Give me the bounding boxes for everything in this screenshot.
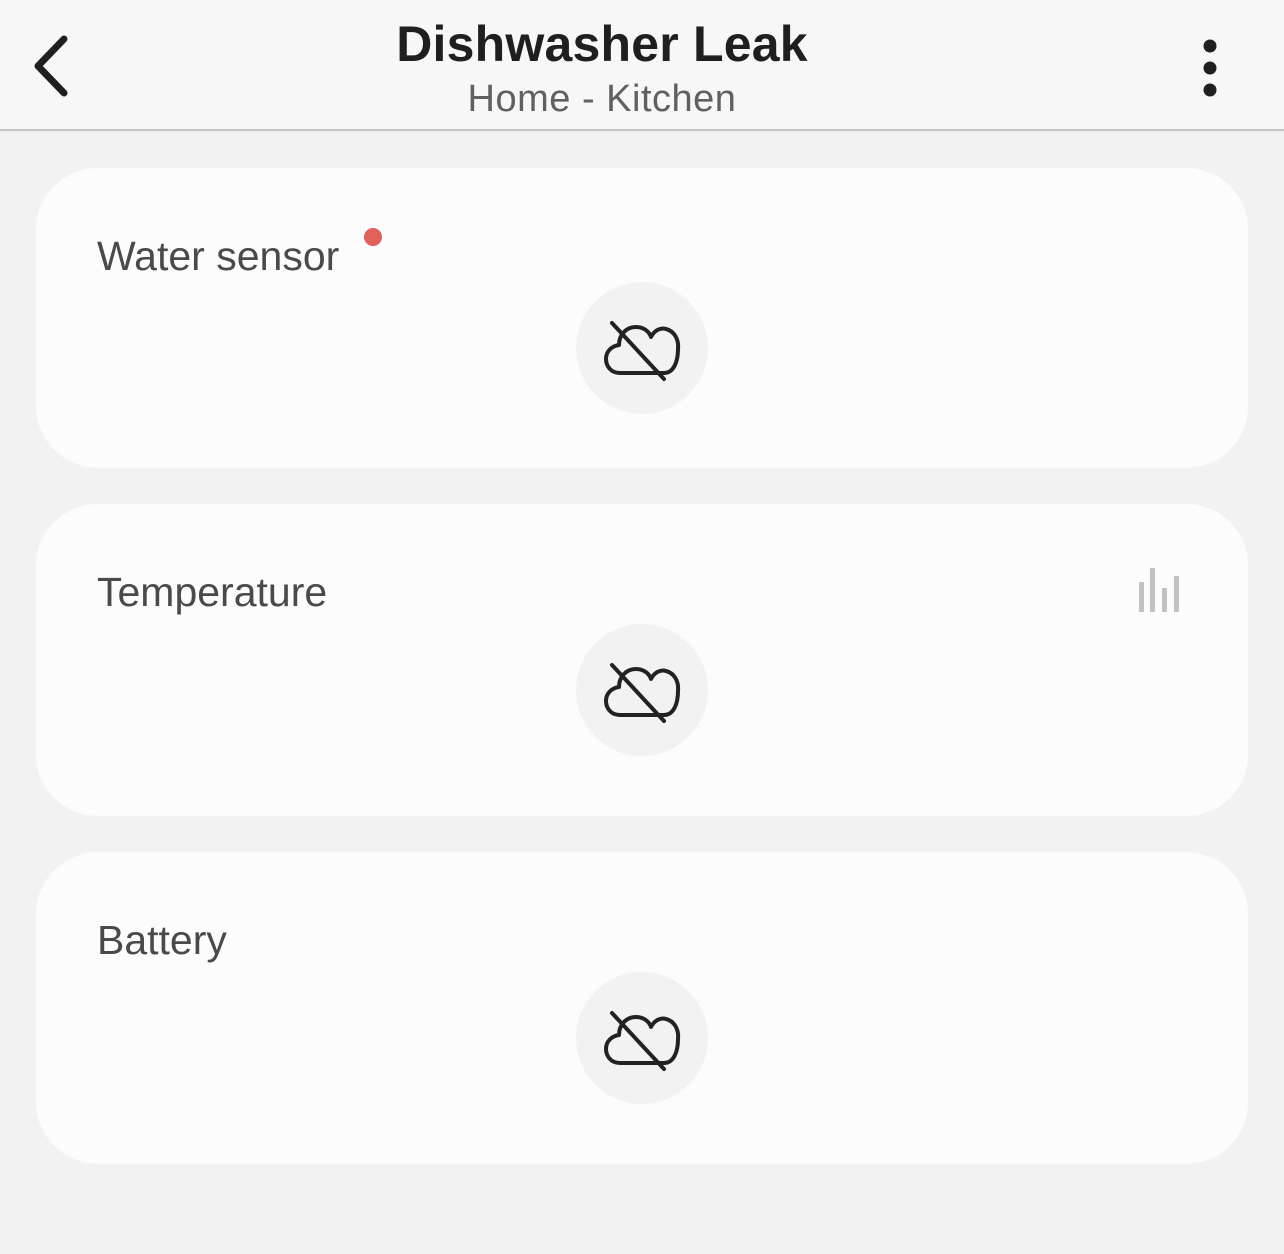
alert-dot: [364, 228, 382, 246]
cloud-offline-icon: [604, 321, 681, 381]
cloud-offline-status: [576, 624, 708, 756]
more-vertical-icon: [1203, 39, 1217, 97]
battery-card[interactable]: Battery: [36, 852, 1248, 1164]
history-button[interactable]: [1134, 564, 1186, 616]
chevron-left-icon: [34, 35, 68, 97]
page-subtitle: Home - Kitchen: [467, 78, 737, 120]
temperature-card[interactable]: Temperature: [36, 504, 1248, 816]
more-options-button[interactable]: [1180, 28, 1240, 108]
back-button[interactable]: [18, 26, 82, 106]
card-title: Battery: [97, 917, 227, 963]
page-title: Dishwasher Leak: [396, 16, 808, 72]
card-title: Temperature: [97, 569, 328, 615]
cloud-offline-icon: [604, 663, 681, 723]
bar-chart-icon: [1139, 568, 1179, 612]
cloud-offline-icon: [604, 1011, 681, 1071]
cloud-offline-status: [576, 282, 708, 414]
card-title: Water sensor: [97, 233, 340, 279]
cloud-offline-status: [576, 972, 708, 1104]
water-sensor-card[interactable]: Water sensor: [36, 168, 1248, 468]
header-title-group: Dishwasher Leak Home - Kitchen: [200, 14, 1004, 122]
app-header: Dishwasher Leak Home - Kitchen: [0, 0, 1284, 131]
